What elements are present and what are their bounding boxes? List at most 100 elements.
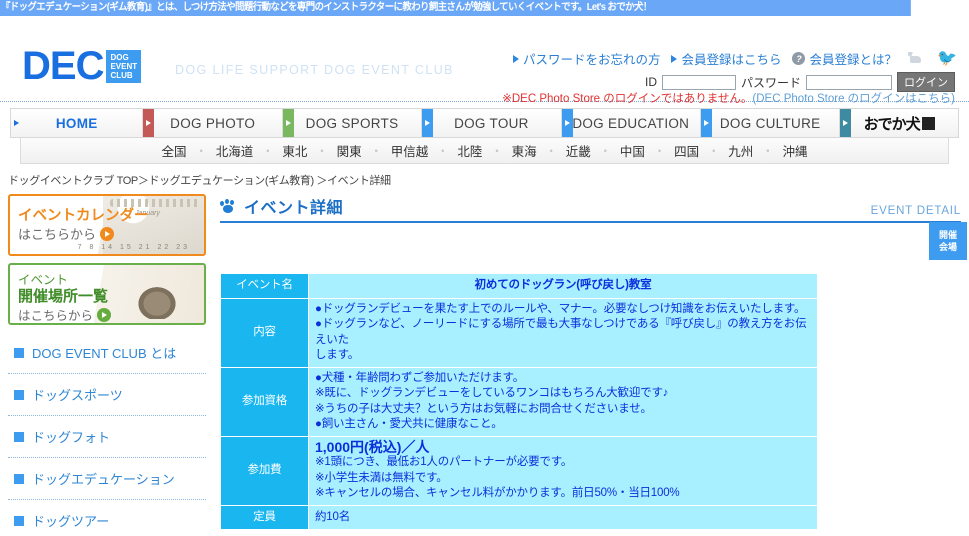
- dog-icon[interactable]: [908, 51, 926, 67]
- sidebar-item-dog-photo[interactable]: ドッグフォト: [8, 416, 206, 458]
- sidebar-item-dog-education-label: ドッグエデュケーション: [32, 472, 175, 487]
- content-line-3: します。: [315, 349, 360, 361]
- banner-location-line3-text: はこちらから: [18, 309, 94, 323]
- region-tohoku[interactable]: 東北: [269, 141, 320, 160]
- paw-print-icon: [220, 198, 237, 214]
- twitter-bird-icon[interactable]: 🐦: [937, 51, 957, 67]
- row-value-eligibility: ●犬種・年齢問わずご参加いただけます。 ※既に、ドッグランデビューをしているワン…: [308, 366, 818, 437]
- row-label-capacity: 定員: [220, 504, 309, 530]
- sidebar-item-dog-sports-label: ドッグスポーツ: [32, 388, 123, 403]
- sidebar-item-dog-tour[interactable]: ドッグツアー: [8, 500, 206, 536]
- sidebar-item-dog-education[interactable]: ドッグエデュケーション: [8, 458, 206, 500]
- register-link[interactable]: 会員登録はこちら: [671, 49, 781, 68]
- region-kinki[interactable]: 近畿: [553, 141, 604, 160]
- nav-bar: HOME DOG PHOTO DOG SPORTS DOG TOUR DOG E…: [10, 108, 959, 138]
- id-input[interactable]: [661, 74, 736, 90]
- table-row: 参加費 1,000円(税込)／人 ※1頭につき、最低お1人のパートナーが必要です…: [220, 435, 818, 506]
- region-okinawa[interactable]: 沖縄: [769, 141, 820, 160]
- table-row: イベント名 初めてのドッグラン(呼び戻し)教室: [220, 273, 818, 299]
- row-value-capacity: 約10名: [308, 504, 818, 530]
- region-tokai[interactable]: 東海: [499, 141, 550, 160]
- content-line-1: ●ドッグランデビューを果たす上でのルールや、マナー。必要なしつけ知識をお伝えいた…: [315, 302, 806, 315]
- page-body: January 7 8 14 15 21 22 23 イベントカレンダー はこち…: [0, 194, 969, 536]
- odekaken-badge-icon: [921, 116, 935, 130]
- sidebar-item-about[interactable]: DOG EVENT CLUB とは: [8, 332, 206, 374]
- play-arrow-icon: [100, 226, 115, 241]
- logo-badge-line3: CLUB: [110, 70, 133, 80]
- forgot-password-link[interactable]: パスワードをお忘れの方: [512, 49, 661, 68]
- triangle-right-icon: [671, 54, 678, 63]
- fee-amount: 1,000円(税込)／人: [315, 438, 430, 455]
- banner-calendar-line2: はこちらから: [18, 224, 115, 243]
- nav-item-dog-sports-label: DOG SPORTS: [305, 115, 399, 131]
- nav-item-dog-culture[interactable]: DOG CULTURE: [700, 109, 841, 137]
- logo-badge-line1: DOG: [110, 52, 129, 62]
- header-links: パスワードをお忘れの方 会員登録はこちら ? 会員登録とは？ 🐦: [512, 49, 957, 68]
- page-title: イベント詳細: [220, 194, 343, 218]
- region-chugoku[interactable]: 中国: [607, 141, 658, 160]
- eligibility-line-1: ●犬種・年齢問わずご参加いただけます。: [315, 371, 524, 384]
- eligibility-line-2: ※既に、ドッグランデビューをしているワンコはもちろん大歓迎です♪: [315, 387, 669, 399]
- nav-item-dog-tour[interactable]: DOG TOUR: [422, 109, 562, 137]
- about-register-link[interactable]: ? 会員登録とは？: [792, 49, 897, 68]
- region-koshinetsu[interactable]: 甲信越: [378, 141, 442, 160]
- row-label-eligibility: 参加資格: [220, 366, 309, 437]
- region-hokkaido[interactable]: 北海道: [203, 141, 267, 160]
- logo-text: DEC: [22, 44, 104, 88]
- venue-tab-line1: 開催: [938, 230, 957, 240]
- square-bullet-icon: [14, 431, 24, 442]
- banner-calendar-line2-text: はこちらから: [18, 227, 97, 242]
- main-content: イベント詳細 EVENT DETAIL 開催 会場 イベント名 初めてのドッグラ…: [206, 194, 967, 536]
- register-label: 会員登録はこちら: [681, 53, 782, 67]
- nav-item-odekaken-label: おでか犬: [863, 115, 921, 133]
- logo-badge: DOG EVENT CLUB: [106, 49, 142, 83]
- triangle-right-icon: [700, 109, 712, 137]
- banner-location-line2: 開催場所一覧: [18, 288, 109, 305]
- nav-item-dog-sports[interactable]: DOG SPORTS: [282, 109, 423, 137]
- password-input[interactable]: [806, 74, 892, 90]
- password-label: パスワード: [740, 75, 801, 90]
- region-hokuriku[interactable]: 北陸: [444, 141, 495, 160]
- nav-item-dog-education[interactable]: DOG EDUCATION: [561, 109, 701, 137]
- region-zenkoku[interactable]: 全国: [149, 141, 200, 160]
- row-label-event-name: イベント名: [220, 273, 309, 299]
- nav-item-dog-culture-label: DOG CULTURE: [719, 115, 821, 131]
- region-kyushu[interactable]: 九州: [715, 141, 766, 160]
- sidebar-item-dog-sports[interactable]: ドッグスポーツ: [8, 374, 206, 416]
- venue-tab-button[interactable]: 開催 会場: [929, 222, 967, 260]
- row-label-fee: 参加費: [220, 435, 309, 506]
- fee-line-4: ※キャンセルの場合、キャンセル料がかかります。前日50%・当日100%: [315, 487, 680, 499]
- region-shikoku[interactable]: 四国: [661, 141, 712, 160]
- breadcrumb[interactable]: ドッグイベントクラブ TOP＞ドッグエデュケーション(ギム教育) ＞イベント詳細: [8, 172, 969, 188]
- photo-store-notice-text: ※DEC Photo Store のログインではありません。: [502, 93, 753, 105]
- nav-item-dog-photo[interactable]: DOG PHOTO: [143, 109, 283, 137]
- site-logo[interactable]: DEC DOG EVENT CLUB: [22, 44, 142, 88]
- sidebar: January 7 8 14 15 21 22 23 イベントカレンダー はこち…: [8, 194, 206, 536]
- table-row: 定員 約10名: [220, 504, 818, 530]
- play-arrow-icon: [97, 307, 112, 322]
- triangle-right-icon: [11, 109, 22, 137]
- square-bullet-icon: [14, 389, 24, 400]
- photo-store-login-link[interactable]: (DEC Photo Store のログインはこちら): [752, 93, 955, 105]
- triangle-right-icon: [512, 54, 519, 63]
- promo-banner: 『ドッグエデュケーション(ギム教育)』とは、しつけ方法や問題行動などを専門のイン…: [0, 0, 911, 16]
- page-title-text: イベント詳細: [244, 200, 344, 217]
- fee-line-3: ※小学生未満は無料です。: [315, 471, 448, 484]
- square-bullet-icon: [14, 347, 24, 358]
- banner-location-line3: はこちらから: [18, 305, 112, 323]
- region-kanto[interactable]: 関東: [324, 141, 375, 160]
- forgot-password-label: パスワードをお忘れの方: [522, 53, 661, 67]
- question-mark-icon: ?: [792, 52, 806, 65]
- sidebar-item-about-label: DOG EVENT CLUB とは: [32, 346, 177, 361]
- login-button[interactable]: ログイン: [897, 72, 955, 92]
- banner-event-locations[interactable]: イベント 開催場所一覧 はこちらから: [8, 263, 206, 325]
- logo-badge-line2: EVENT: [110, 61, 138, 71]
- nav-item-dog-photo-label: DOG PHOTO: [170, 115, 256, 131]
- nav-item-home-label: HOME: [55, 115, 98, 131]
- square-bullet-icon: [14, 473, 24, 484]
- page-title-en: EVENT DETAIL: [870, 205, 961, 217]
- nav-item-home[interactable]: HOME: [11, 109, 144, 137]
- banner-event-calendar[interactable]: January 7 8 14 15 21 22 23 イベントカレンダー はこち…: [8, 194, 206, 256]
- about-register-label: 会員登録とは？: [809, 53, 897, 67]
- nav-item-odekaken[interactable]: おでか犬: [840, 109, 958, 137]
